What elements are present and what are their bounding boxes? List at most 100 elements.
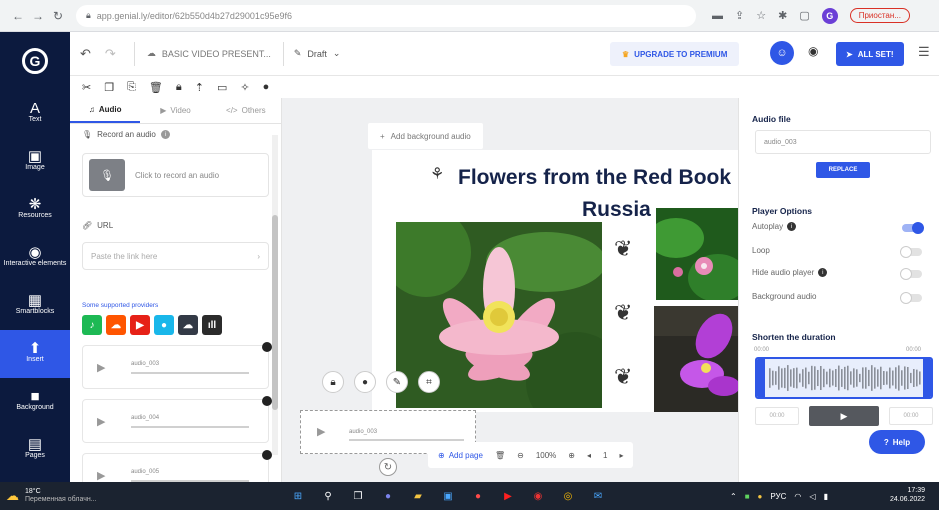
audio-file-field[interactable]: audio_003 <box>755 130 931 154</box>
audio-list-item[interactable]: ▶ audio_003 <box>82 342 272 389</box>
youtube-icon[interactable]: ▶ <box>500 488 516 504</box>
purple-flower-photo[interactable] <box>654 306 738 412</box>
toggle-loop[interactable] <box>900 246 922 258</box>
delete-icon[interactable]: 🗑︎ <box>149 81 163 94</box>
system-clock[interactable]: 17:39 24.06.2022 <box>890 486 925 504</box>
search-icon[interactable]: ⚲ <box>320 488 336 504</box>
store-icon[interactable]: ▣ <box>440 488 456 504</box>
back-icon[interactable]: ← <box>8 6 28 26</box>
project-title[interactable]: ☁ BASIC VIDEO PRESENT... <box>133 41 284 66</box>
waveform-trimmer[interactable] <box>755 357 933 399</box>
language-indicator[interactable]: РУС <box>770 492 786 501</box>
slide-title-line1[interactable]: Flowers from the Red Book <box>458 166 738 190</box>
edit-icon[interactable]: ✎ <box>386 371 408 393</box>
crop-icon[interactable]: ⌗ <box>418 371 440 393</box>
draft-status[interactable]: ✎ Draft ⌄ <box>294 48 341 59</box>
audio-list-item[interactable]: ▶ audio_005 <box>82 450 272 482</box>
all-set-button[interactable]: ➤ ALL SET! <box>836 42 904 66</box>
play-icon[interactable]: ▶ <box>97 415 105 428</box>
add-page-button[interactable]: ⊕ Add page <box>438 451 483 460</box>
audio-options-dot-icon[interactable] <box>262 396 272 406</box>
forward-icon[interactable]: → <box>28 6 48 26</box>
rail-item-resources[interactable]: ❋ Resources <box>0 186 70 234</box>
frame-icon[interactable]: ▭ <box>217 81 227 94</box>
windows-start-icon[interactable]: ⊞ <box>290 488 306 504</box>
play-icon[interactable]: ▶ <box>97 361 105 374</box>
trim-end-field[interactable]: 00:00 <box>889 407 933 425</box>
toggle-hide-audio-player[interactable] <box>900 268 922 280</box>
trim-play-button[interactable]: ▶ <box>809 406 879 426</box>
drop-icon[interactable]: ● <box>354 371 376 393</box>
trim-handle-right[interactable] <box>923 359 931 397</box>
zoom-in-icon[interactable]: ⊕ <box>568 451 575 460</box>
chat-icon[interactable]: ● <box>380 488 396 504</box>
rail-item-insert[interactable]: ⬆ Insert <box>0 330 70 378</box>
tray-chevron-icon[interactable]: ⌃ <box>730 492 737 501</box>
rail-item-image[interactable]: ▣ Image <box>0 138 70 186</box>
share-icon[interactable]: ⇪ <box>735 9 744 22</box>
mail-icon[interactable]: ✉ <box>590 488 606 504</box>
layer-up-icon[interactable]: ⇡ <box>195 81 204 94</box>
sidebar-icon[interactable]: ▢ <box>799 9 809 22</box>
info-icon[interactable]: i <box>160 130 170 139</box>
reload-icon[interactable]: ↻ <box>48 6 68 26</box>
rail-item-interactive-elements[interactable]: ◉ Interactive elements <box>0 234 70 282</box>
tray-app-icon[interactable]: ■ <box>745 492 750 501</box>
extensions-icon[interactable]: ✱ <box>778 9 787 22</box>
help-button[interactable]: ? Help <box>869 430 925 454</box>
preview-eye-icon[interactable]: ◉ <box>808 44 818 58</box>
rail-item-text[interactable]: A Text <box>0 90 70 138</box>
next-page-icon[interactable]: ▸ <box>619 451 623 460</box>
info-icon[interactable]: i <box>818 268 828 277</box>
pink-flower-photo[interactable] <box>656 208 738 300</box>
url-input[interactable]: Paste the link here › <box>82 242 269 270</box>
paused-sync-button[interactable]: Приостан... <box>849 8 910 23</box>
redo-icon[interactable]: ↷ <box>105 46 116 62</box>
audio-list-item[interactable]: ▶ audio_004 <box>82 396 272 443</box>
volume-icon[interactable]: ◁ <box>809 492 815 501</box>
audio-options-dot-icon[interactable] <box>262 342 272 352</box>
tab-others[interactable]: </> Others <box>211 98 281 123</box>
wifi-icon[interactable]: ◠ <box>794 492 801 501</box>
toggle-background-audio[interactable] <box>900 292 922 304</box>
task-view-icon[interactable]: ❒ <box>350 488 366 504</box>
prev-page-icon[interactable]: ◂ <box>587 451 591 460</box>
info-icon[interactable]: i <box>787 222 797 231</box>
delete-page-icon[interactable]: 🗑︎ <box>495 451 505 460</box>
rail-item-background[interactable]: ■ Background <box>0 378 70 426</box>
upgrade-button[interactable]: ♛ UPGRADE TO PREMIUM <box>610 42 740 66</box>
record-audio-button[interactable]: 🎙︎ Click to record an audio <box>82 153 269 197</box>
lock-element-icon[interactable]: 🔒︎ <box>176 81 182 94</box>
tab-audio[interactable]: ♫ Audio <box>70 98 141 123</box>
app-red-icon[interactable]: ◉ <box>530 488 546 504</box>
slide-title-line2[interactable]: Russia <box>582 198 651 222</box>
add-background-audio-button[interactable]: + Add background audio <box>368 123 483 149</box>
cut-icon[interactable]: ✂ <box>82 81 91 94</box>
paste-icon[interactable]: ⎘ <box>127 81 136 94</box>
play-icon[interactable]: ▶ <box>317 425 325 438</box>
copy-icon[interactable]: ❐ <box>104 81 114 94</box>
chrome-icon[interactable]: ◎ <box>560 488 576 504</box>
profile-avatar[interactable]: G <box>821 7 838 24</box>
lock-icon[interactable]: 🔒︎ <box>322 371 344 393</box>
key-icon[interactable]: ▬ <box>712 10 723 22</box>
replace-button[interactable]: REPLACE <box>816 162 870 178</box>
audio-options-dot-icon[interactable] <box>262 450 272 460</box>
interactivity-icon[interactable]: ● <box>263 81 270 93</box>
file-explorer-icon[interactable]: ▰ <box>410 488 426 504</box>
undo-icon[interactable]: ↶ <box>80 46 91 62</box>
address-bar[interactable]: 🔒︎ app.genial.ly/editor/62b550d4b27d2900… <box>76 4 696 27</box>
zoom-out-icon[interactable]: ⊖ <box>517 451 524 460</box>
yandex-icon[interactable]: ● <box>470 488 486 504</box>
battery-icon[interactable]: ▮ <box>824 492 828 501</box>
rail-item-pages[interactable]: ▤ Pages <box>0 426 70 474</box>
genially-logo[interactable]: G <box>0 32 70 90</box>
magic-icon[interactable]: ✧ <box>240 81 249 94</box>
panel-scrollbar-thumb[interactable] <box>272 215 278 410</box>
trim-start-field[interactable]: 00:00 <box>755 407 799 425</box>
tray-yellow-icon[interactable]: ● <box>758 492 763 501</box>
menu-icon[interactable]: ☰ <box>918 44 930 60</box>
toggle-autoplay[interactable] <box>902 222 924 234</box>
weather-widget[interactable]: ☁ 18°C Переменная облачн... <box>6 488 97 504</box>
play-icon[interactable]: ▶ <box>97 469 105 482</box>
